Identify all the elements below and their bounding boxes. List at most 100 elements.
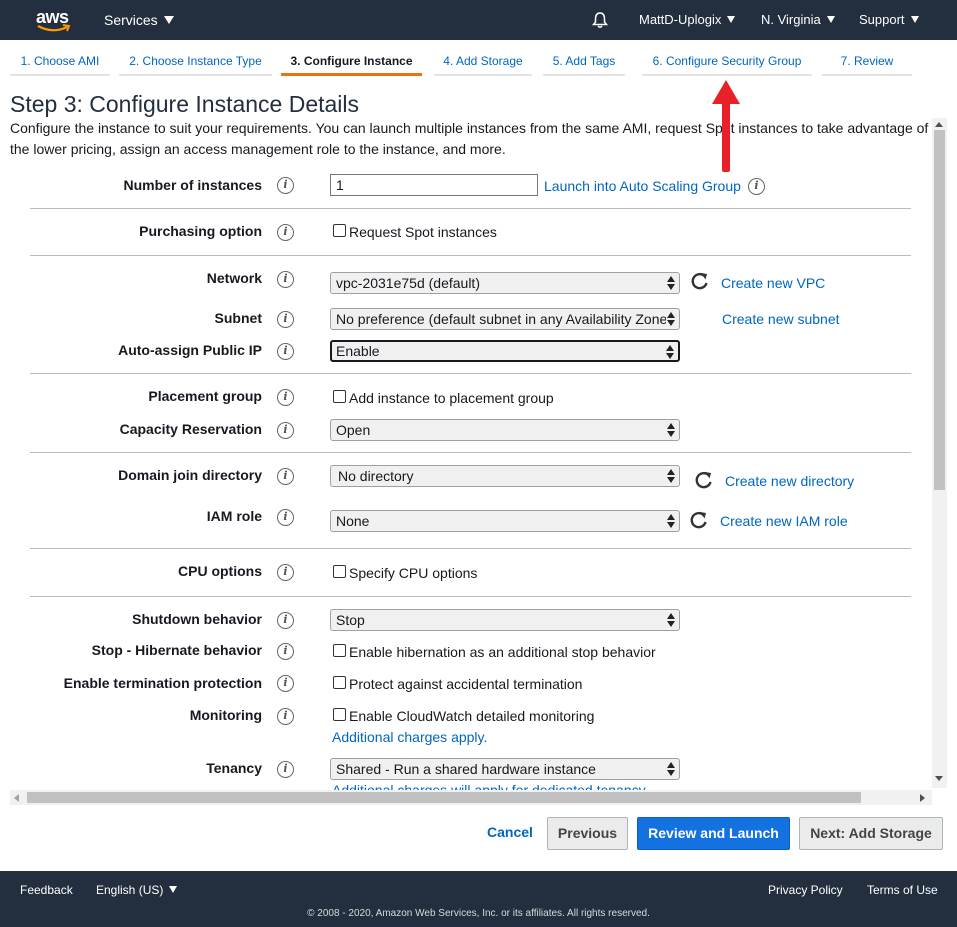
scroll-right-icon[interactable] [920, 794, 925, 802]
configure-form: Number of instances i 1 Launch into Auto… [10, 160, 947, 806]
info-icon[interactable]: i [277, 271, 294, 288]
info-icon[interactable]: i [277, 675, 294, 692]
scroll-up-icon[interactable] [935, 122, 943, 127]
next-add-storage-button[interactable]: Next: Add Storage [799, 817, 943, 850]
info-icon[interactable]: i [277, 177, 294, 194]
info-icon[interactable]: i [277, 224, 294, 241]
spot-checkbox[interactable] [333, 224, 346, 237]
page-title: Step 3: Configure Instance Details [10, 91, 360, 117]
subnet-label: Subnet [214, 310, 262, 326]
hibernate-checkbox[interactable] [333, 644, 346, 657]
hibernate-checkbox-label: Enable hibernation as an additional stop… [349, 644, 656, 660]
info-icon[interactable]: i [748, 178, 765, 195]
placement-checkbox[interactable] [333, 390, 346, 403]
create-subnet-link[interactable]: Create new subnet [722, 311, 840, 327]
aws-logo[interactable]: aws [36, 7, 72, 33]
scroll-left-icon[interactable] [14, 794, 19, 802]
select-arrows-icon [666, 612, 676, 628]
shutdown-label: Shutdown behavior [132, 611, 262, 627]
chevron-down-icon [169, 886, 178, 893]
placement-label: Placement group [148, 388, 262, 404]
refresh-icon[interactable] [690, 271, 710, 291]
monitoring-charges-link[interactable]: Additional charges apply. [332, 729, 487, 745]
red-arrow-up-icon [712, 80, 740, 172]
capacity-select[interactable]: Open [330, 419, 680, 441]
domain-select[interactable]: No directory [330, 465, 680, 487]
network-label: Network [206, 270, 262, 286]
refresh-icon[interactable] [689, 510, 709, 530]
info-icon[interactable]: i [277, 343, 294, 360]
bell-icon[interactable] [591, 11, 609, 29]
spot-checkbox-label: Request Spot instances [349, 224, 497, 240]
info-icon[interactable]: i [277, 612, 294, 629]
chevron-down-icon [727, 16, 736, 23]
public-ip-value: Enable [336, 343, 380, 359]
monitoring-checkbox-label: Enable CloudWatch detailed monitoring [349, 708, 595, 724]
horizontal-scrollbar[interactable] [10, 790, 932, 805]
shutdown-select[interactable]: Stop [330, 609, 680, 631]
tab-configure-instance[interactable]: 3. Configure Instance [281, 46, 422, 76]
divider [30, 596, 911, 597]
support-menu[interactable]: Support [859, 12, 919, 28]
info-icon[interactable]: i [277, 509, 294, 526]
cancel-button[interactable]: Cancel [480, 817, 540, 850]
info-icon[interactable]: i [277, 564, 294, 581]
create-iam-role-link[interactable]: Create new IAM role [720, 513, 848, 529]
terms-of-use-link[interactable]: Terms of Use [867, 883, 938, 897]
select-arrows-icon [666, 275, 676, 291]
hibernate-label: Stop - Hibernate behavior [91, 642, 262, 658]
account-menu[interactable]: MattD-Uplogix [639, 12, 736, 28]
footer: Feedback English (US) Privacy Policy Ter… [0, 871, 957, 927]
create-directory-link[interactable]: Create new directory [725, 473, 854, 489]
info-icon[interactable]: i [277, 708, 294, 725]
info-icon[interactable]: i [277, 422, 294, 439]
info-icon[interactable]: i [277, 643, 294, 660]
tab-review[interactable]: 7. Review [822, 46, 912, 76]
info-icon[interactable]: i [277, 761, 294, 778]
domain-label: Domain join directory [118, 467, 262, 483]
top-nav: aws Services MattD-Uplogix N. Virginia S… [0, 0, 957, 40]
language-selector[interactable]: English (US) [96, 883, 178, 897]
info-icon[interactable]: i [277, 468, 294, 485]
divider [30, 255, 911, 256]
instances-input[interactable]: 1 [330, 174, 538, 196]
review-and-launch-button[interactable]: Review and Launch [637, 817, 790, 850]
network-select[interactable]: vpc-2031e75d (default) [330, 272, 680, 294]
create-vpc-link[interactable]: Create new VPC [721, 275, 825, 291]
info-icon[interactable]: i [277, 311, 294, 328]
termination-checkbox[interactable] [333, 676, 346, 689]
tab-choose-instance-type[interactable]: 2. Choose Instance Type [119, 46, 272, 76]
monitoring-label: Monitoring [189, 707, 262, 723]
subnet-value: No preference (default subnet in any Ava… [336, 311, 672, 327]
domain-value: No directory [338, 468, 414, 484]
info-icon[interactable]: i [277, 389, 294, 406]
tab-choose-ami[interactable]: 1. Choose AMI [10, 46, 110, 76]
services-label: Services [104, 12, 158, 28]
divider [30, 548, 911, 549]
region-menu[interactable]: N. Virginia [761, 12, 835, 28]
monitoring-checkbox[interactable] [333, 708, 346, 721]
divider [30, 452, 911, 453]
termination-label: Enable termination protection [63, 675, 262, 691]
purchasing-label: Purchasing option [139, 223, 262, 239]
cpu-label: CPU options [178, 563, 262, 579]
select-arrows-icon [665, 344, 675, 360]
auto-scaling-link[interactable]: Launch into Auto Scaling Group [544, 178, 741, 194]
iam-label: IAM role [206, 508, 262, 524]
tab-add-storage[interactable]: 4. Add Storage [434, 46, 532, 76]
cpu-checkbox[interactable] [333, 565, 346, 578]
iam-select[interactable]: None [330, 510, 680, 532]
tab-configure-security-group[interactable]: 6. Configure Security Group [642, 46, 812, 76]
privacy-policy-link[interactable]: Privacy Policy [768, 883, 843, 897]
scroll-thumb[interactable] [27, 792, 861, 803]
public-ip-select[interactable]: Enable [330, 340, 680, 362]
previous-button[interactable]: Previous [547, 817, 628, 850]
account-label: MattD-Uplogix [639, 12, 722, 27]
tab-add-tags[interactable]: 5. Add Tags [543, 46, 625, 76]
feedback-link[interactable]: Feedback [20, 883, 73, 897]
subnet-select[interactable]: No preference (default subnet in any Ava… [330, 308, 680, 330]
services-menu[interactable]: Services [104, 12, 174, 28]
refresh-icon[interactable] [694, 470, 714, 490]
tenancy-select[interactable]: Shared - Run a shared hardware instance [330, 758, 680, 780]
capacity-value: Open [336, 422, 371, 438]
